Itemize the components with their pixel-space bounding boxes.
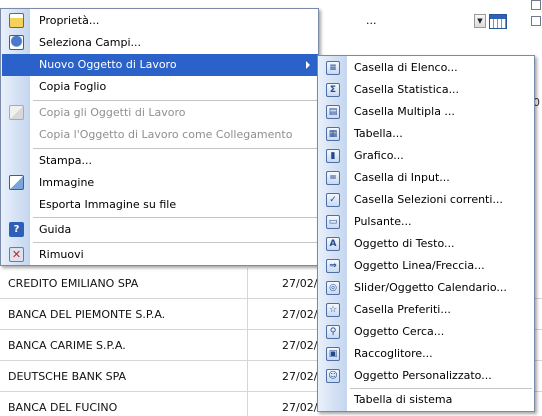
- list-box-icon: ≡: [326, 61, 340, 75]
- bookmark-box-icon: ☆: [326, 303, 340, 317]
- menu-item-label: Proprietà...: [39, 14, 100, 27]
- text-object-icon: A: [326, 237, 340, 251]
- submenu-item-line-arrow[interactable]: ⇒ Oggetto Linea/Freccia...: [319, 255, 533, 277]
- submenu-item-label: Oggetto di Testo...: [354, 237, 455, 250]
- submenu-item-text-object[interactable]: A Oggetto di Testo...: [319, 233, 533, 255]
- submenu-item-label: Oggetto Linea/Freccia...: [354, 259, 485, 272]
- checkbox[interactable]: [531, 16, 541, 26]
- submenu-item-multi-box[interactable]: ▤ Casella Multipla ...: [319, 101, 533, 123]
- submenu-item-button[interactable]: ▭ Pulsante...: [319, 211, 533, 233]
- menu-item-label: Copia l'Oggetto di Lavoro come Collegame…: [39, 128, 293, 141]
- menu-item-image[interactable]: Immagine: [2, 172, 318, 194]
- new-sheet-object-submenu: ≡ Casella di Elenco... Σ Casella Statist…: [317, 55, 535, 412]
- field-dropdown[interactable]: ... ▼: [352, 12, 486, 32]
- menu-item-copy-sheet-objects: Copia gli Oggetti di Lavoro: [2, 102, 318, 124]
- date-cell: 27/02/: [282, 370, 318, 383]
- menu-separator: [33, 242, 317, 243]
- image-icon: [9, 175, 24, 190]
- bank-name-cell: CREDITO EMILIANO SPA: [8, 277, 139, 290]
- help-icon: ?: [9, 222, 24, 237]
- menu-item-print[interactable]: Stampa...: [2, 150, 318, 172]
- submenu-item-label: Raccoglitore...: [354, 347, 433, 360]
- menu-item-label: Immagine: [39, 176, 95, 189]
- table-icon: ▦: [326, 127, 340, 141]
- submenu-arrow-icon: [306, 61, 310, 69]
- submenu-item-label: Tabella...: [354, 127, 403, 140]
- submenu-item-label: Pulsante...: [354, 215, 412, 228]
- select-fields-icon: [9, 35, 24, 50]
- submenu-item-bookmark-box[interactable]: ☆ Casella Preferiti...: [319, 299, 533, 321]
- input-box-icon: =: [326, 171, 340, 185]
- submenu-item-current-selections[interactable]: ✓ Casella Selezioni correnti...: [319, 189, 533, 211]
- submenu-item-label: Oggetto Cerca...: [354, 325, 445, 338]
- submenu-item-label: Casella di Elenco...: [354, 61, 458, 74]
- menu-item-label: Copia gli Oggetti di Lavoro: [39, 106, 186, 119]
- submenu-item-label: Casella di Input...: [354, 171, 450, 184]
- submenu-item-search-object[interactable]: ⚲ Oggetto Cerca...: [319, 321, 533, 343]
- field-dropdown-value: ...: [366, 14, 377, 27]
- bank-name-cell: DEUTSCHE BANK SPA: [8, 370, 127, 383]
- submenu-item-list-box[interactable]: ≡ Casella di Elenco...: [319, 57, 533, 79]
- current-selections-icon: ✓: [326, 193, 340, 207]
- custom-object-icon: ☺: [326, 369, 340, 383]
- date-cell: 27/02/: [282, 339, 318, 352]
- context-menu: Proprietà... Seleziona Campi... Nuovo Og…: [0, 8, 319, 266]
- chart-icon: ▮: [326, 149, 340, 163]
- submenu-item-label: Tabella di sistema: [354, 393, 453, 406]
- bank-name-cell: BANCA DEL FUCINO: [8, 401, 118, 414]
- date-cell: 27/02/: [282, 308, 318, 321]
- slider-calendar-icon: ◎: [326, 281, 340, 295]
- menu-item-label: Seleziona Campi...: [39, 36, 142, 49]
- menu-item-properties[interactable]: Proprietà...: [2, 10, 318, 32]
- menu-item-copy-object-as-link: Copia l'Oggetto di Lavoro come Collegame…: [2, 124, 318, 146]
- submenu-item-input-box[interactable]: = Casella di Input...: [319, 167, 533, 189]
- menu-item-label: Copia Foglio: [39, 80, 107, 93]
- menu-separator: [33, 217, 317, 218]
- multi-box-icon: ▤: [326, 105, 340, 119]
- submenu-item-label: Grafico...: [354, 149, 404, 162]
- menu-item-select-fields[interactable]: Seleziona Campi...: [2, 32, 318, 54]
- calendar-icon[interactable]: [489, 14, 507, 29]
- bank-name-cell: BANCA DEL PIEMONTE S.P.A.: [8, 308, 166, 321]
- menu-item-label: Esporta Immagine su file: [39, 198, 177, 211]
- submenu-item-chart[interactable]: ▮ Grafico...: [319, 145, 533, 167]
- search-object-icon: ⚲: [326, 325, 340, 339]
- submenu-item-slider-calendar[interactable]: ◎ Slider/Oggetto Calendario...: [319, 277, 533, 299]
- remove-icon: ✕: [9, 247, 24, 262]
- menu-item-new-sheet-object[interactable]: Nuovo Oggetto di Lavoro: [2, 54, 318, 76]
- submenu-item-statistics-box[interactable]: Σ Casella Statistica...: [319, 79, 533, 101]
- menu-item-label: Stampa...: [39, 154, 92, 167]
- menu-item-remove[interactable]: ✕ Rimuovi: [2, 244, 318, 266]
- menu-item-copy-sheet[interactable]: Copia Foglio: [2, 76, 318, 98]
- date-cell: 27/02/: [282, 277, 318, 290]
- menu-item-label: Rimuovi: [39, 248, 84, 261]
- submenu-item-label: Slider/Oggetto Calendario...: [354, 281, 507, 294]
- line-arrow-icon: ⇒: [326, 259, 340, 273]
- menu-item-label: Nuovo Oggetto di Lavoro: [39, 58, 177, 71]
- container-icon: ▣: [326, 347, 340, 361]
- menu-item-export-image[interactable]: Esporta Immagine su file: [2, 194, 318, 216]
- date-cell: 27/02/: [282, 401, 318, 414]
- copy-icon: [9, 105, 24, 120]
- submenu-item-system-table[interactable]: Tabella di sistema: [319, 389, 533, 411]
- properties-icon: [9, 13, 24, 28]
- menu-separator: [33, 148, 317, 149]
- grid-divider: [247, 268, 248, 416]
- button-icon: ▭: [326, 215, 340, 229]
- submenu-item-custom-object[interactable]: ☺ Oggetto Personalizzato...: [319, 365, 533, 387]
- menu-item-help[interactable]: ? Guida: [2, 219, 318, 241]
- statistics-box-icon: Σ: [326, 83, 340, 97]
- checkbox[interactable]: [531, 0, 541, 10]
- submenu-item-label: Oggetto Personalizzato...: [354, 369, 492, 382]
- submenu-item-container[interactable]: ▣ Raccoglitore...: [319, 343, 533, 365]
- chevron-down-icon[interactable]: ▼: [474, 14, 486, 28]
- submenu-item-table[interactable]: ▦ Tabella...: [319, 123, 533, 145]
- submenu-item-label: Casella Preferiti...: [354, 303, 451, 316]
- menu-item-label: Guida: [39, 223, 72, 236]
- submenu-item-label: Casella Statistica...: [354, 83, 460, 96]
- submenu-item-label: Casella Multipla ...: [354, 105, 455, 118]
- bank-name-cell: BANCA CARIME S.P.A.: [8, 339, 126, 352]
- menu-separator: [33, 100, 317, 101]
- submenu-item-label: Casella Selezioni correnti...: [354, 193, 503, 206]
